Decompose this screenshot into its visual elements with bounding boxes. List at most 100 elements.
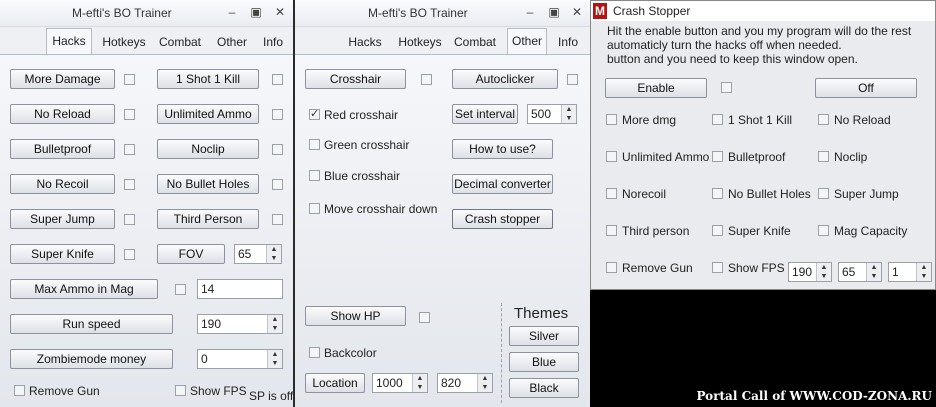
enable-checkbox[interactable]	[721, 82, 732, 93]
bulletproof-button[interactable]: Bulletproof	[10, 139, 115, 159]
value-3-input[interactable]: 1 ▲ ▼	[888, 262, 932, 282]
super-jump-checkbox[interactable]	[124, 214, 135, 225]
minimize-icon[interactable]: –	[224, 4, 240, 20]
no-recoil-button[interactable]: No Recoil	[10, 174, 115, 194]
run-speed-input[interactable]: 190 ▲ ▼	[197, 314, 283, 334]
remove-gun-checkbox[interactable]	[606, 262, 617, 273]
no-reload-button[interactable]: No Reload	[10, 104, 115, 124]
remove-gun-checkbox[interactable]	[14, 385, 25, 396]
enable-button[interactable]: Enable	[605, 78, 707, 98]
unlimited-ammo-checkbox[interactable]	[606, 151, 617, 162]
location-x-spinner[interactable]: ▲ ▼	[412, 374, 427, 392]
theme-silver-button[interactable]: Silver	[509, 326, 579, 346]
one-shot-kill-checkbox[interactable]	[712, 114, 723, 125]
green-crosshair-checkbox[interactable]	[309, 139, 320, 150]
fov-input[interactable]: 65 ▲ ▼	[234, 244, 282, 264]
super-knife-checkbox[interactable]	[124, 249, 135, 260]
tab-hotkeys[interactable]: Hotkeys	[393, 31, 447, 53]
unlimited-ammo-button[interactable]: Unlimited Ammo	[157, 104, 259, 124]
max-ammo-checkbox[interactable]	[175, 284, 186, 295]
fov-button[interactable]: FOV	[157, 244, 225, 264]
noclip-checkbox[interactable]	[272, 144, 283, 155]
backcolor-checkbox[interactable]	[309, 347, 320, 358]
location-button[interactable]: Location	[305, 373, 365, 393]
move-crosshair-checkbox[interactable]	[309, 203, 320, 214]
run-speed-spinner[interactable]: ▲ ▼	[267, 315, 282, 333]
blue-crosshair-checkbox[interactable]	[309, 170, 320, 181]
location-x-input[interactable]: 1000 ▲ ▼	[372, 373, 428, 393]
show-fps-checkbox[interactable]	[712, 262, 723, 273]
red-crosshair-checkbox[interactable]	[309, 107, 320, 120]
tab-hacks[interactable]: Hacks	[345, 31, 385, 53]
decimal-converter-button[interactable]: Decimal converter	[452, 174, 553, 194]
location-y-input[interactable]: 820 ▲ ▼	[437, 373, 493, 393]
set-interval-button[interactable]: Set interval	[452, 104, 518, 124]
value-2-input[interactable]: 65 ▲ ▼	[838, 262, 882, 282]
value-1-spinner[interactable]: ▲ ▼	[816, 263, 831, 281]
mag-capacity-checkbox[interactable]	[818, 225, 829, 236]
zombie-money-button[interactable]: Zombiemode money	[10, 349, 173, 369]
tab-other[interactable]: Other	[507, 28, 547, 54]
noclip-button[interactable]: Noclip	[157, 139, 259, 159]
more-damage-checkbox[interactable]	[124, 74, 135, 85]
crosshair-checkbox[interactable]	[421, 74, 432, 85]
show-fps-checkbox[interactable]	[175, 385, 186, 396]
show-hp-button[interactable]: Show HP	[305, 306, 406, 326]
tab-other[interactable]: Other	[212, 31, 252, 53]
fov-spinner[interactable]: ▲ ▼	[266, 245, 281, 263]
one-shot-kill-button[interactable]: 1 Shot 1 Kill	[157, 69, 259, 89]
value-2-spinner[interactable]: ▲ ▼	[866, 263, 881, 281]
zombie-money-input[interactable]: 0 ▲ ▼	[197, 349, 283, 369]
more-damage-button[interactable]: More Damage	[10, 69, 115, 89]
maximize-icon[interactable]: ▣	[248, 4, 264, 20]
theme-black-button[interactable]: Black	[509, 378, 579, 398]
super-knife-checkbox[interactable]	[712, 225, 723, 236]
max-ammo-input[interactable]: 14	[197, 279, 283, 299]
third-person-checkbox[interactable]	[606, 225, 617, 236]
third-person-checkbox[interactable]	[272, 214, 283, 225]
location-y-spinner[interactable]: ▲ ▼	[477, 374, 492, 392]
no-reload-checkbox[interactable]	[818, 114, 829, 125]
run-speed-button[interactable]: Run speed	[10, 314, 173, 334]
super-jump-checkbox[interactable]	[818, 188, 829, 199]
minimize-icon[interactable]: –	[522, 4, 538, 20]
maximize-icon[interactable]: ▣	[546, 4, 562, 20]
tab-hacks[interactable]: Hacks	[46, 28, 92, 54]
crosshair-button[interactable]: Crosshair	[305, 69, 406, 89]
max-ammo-button[interactable]: Max Ammo in Mag	[10, 279, 158, 299]
bulletproof-checkbox[interactable]	[124, 144, 135, 155]
third-person-button[interactable]: Third Person	[157, 209, 259, 229]
one-shot-kill-checkbox[interactable]	[272, 74, 283, 85]
crash-stopper-button[interactable]: Crash stopper	[452, 209, 553, 229]
super-jump-button[interactable]: Super Jump	[10, 209, 115, 229]
tab-info[interactable]: Info	[258, 31, 288, 53]
zombie-money-spinner[interactable]: ▲ ▼	[267, 350, 282, 368]
autoclicker-checkbox[interactable]	[567, 74, 578, 85]
noclip-checkbox[interactable]	[818, 151, 829, 162]
no-bullet-holes-checkbox[interactable]	[712, 188, 723, 199]
no-bullet-holes-button[interactable]: No Bullet Holes	[157, 174, 259, 194]
tab-info[interactable]: Info	[553, 31, 583, 53]
tab-hotkeys[interactable]: Hotkeys	[97, 31, 151, 53]
more-dmg-checkbox[interactable]	[606, 114, 617, 125]
theme-blue-button[interactable]: Blue	[509, 352, 579, 372]
no-recoil-checkbox[interactable]	[124, 179, 135, 190]
value-3-spinner[interactable]: ▲ ▼	[916, 263, 931, 281]
value-1-input[interactable]: 190 ▲ ▼	[788, 262, 832, 282]
autoclicker-button[interactable]: Autoclicker	[452, 69, 558, 89]
close-icon[interactable]: ✕	[569, 4, 585, 20]
no-reload-checkbox[interactable]	[124, 109, 135, 120]
how-to-use-button[interactable]: How to use?	[452, 139, 553, 159]
interval-spinner[interactable]: ▲ ▼	[561, 105, 576, 123]
super-knife-button[interactable]: Super Knife	[10, 244, 115, 264]
norecoil-checkbox[interactable]	[606, 188, 617, 199]
bulletproof-checkbox[interactable]	[712, 151, 723, 162]
unlimited-ammo-checkbox[interactable]	[272, 109, 283, 120]
close-icon[interactable]: ✕	[272, 4, 288, 20]
no-bullet-holes-checkbox[interactable]	[272, 179, 283, 190]
show-hp-checkbox[interactable]	[419, 312, 430, 323]
tab-combat[interactable]: Combat	[452, 31, 498, 53]
off-button[interactable]: Off	[815, 78, 917, 98]
interval-input[interactable]: 500 ▲ ▼	[527, 104, 577, 124]
tab-combat[interactable]: Combat	[155, 31, 205, 53]
